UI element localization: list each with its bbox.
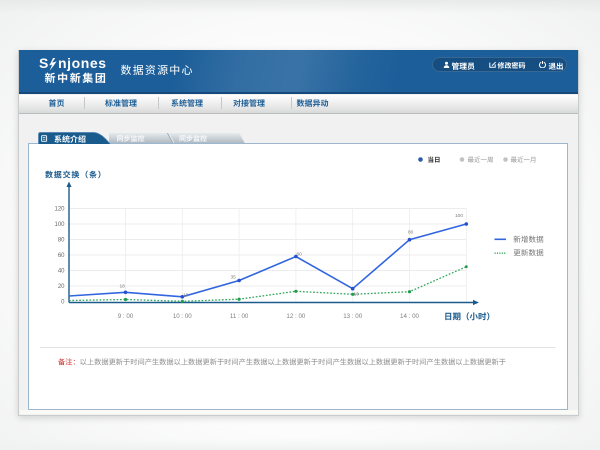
svg-text:40: 40 [58, 269, 65, 275]
svg-text:数据交换（条）: 数据交换（条） [45, 171, 107, 180]
svg-text:80: 80 [58, 238, 65, 244]
svg-text:80: 80 [408, 230, 414, 236]
svg-text:18: 18 [120, 284, 126, 290]
svg-text:100: 100 [54, 222, 65, 228]
svg-text:60: 60 [58, 253, 65, 259]
svg-text:11 : 00: 11 : 00 [230, 313, 249, 320]
svg-text:10: 10 [354, 292, 360, 298]
svg-text:60: 60 [297, 252, 303, 258]
svg-text:新增数据: 新增数据 [513, 235, 544, 244]
svg-text:120: 120 [54, 207, 65, 213]
svg-text:备注：以上数据更新于时间产生数据以上数据更新于时间产生数据以: 备注：以上数据更新于时间产生数据以上数据更新于时间产生数据以上数据更新于时间产生… [58, 358, 506, 367]
svg-text:14 : 00: 14 : 00 [400, 313, 419, 320]
svg-text:10 : 00: 10 : 00 [173, 313, 192, 320]
svg-text:当日: 当日 [428, 156, 441, 164]
svg-text:日期（小时）: 日期（小时） [444, 312, 495, 322]
svg-text:10: 10 [183, 293, 189, 299]
svg-text:100: 100 [455, 213, 463, 219]
svg-text:最近一周: 最近一周 [468, 156, 494, 164]
svg-text:20: 20 [58, 284, 65, 290]
svg-text:更新数据: 更新数据 [513, 249, 544, 258]
svg-text:35: 35 [231, 275, 237, 281]
svg-text:13 : 00: 13 : 00 [343, 313, 362, 320]
svg-text:12 : 00: 12 : 00 [286, 313, 305, 320]
svg-text:0: 0 [61, 299, 65, 305]
svg-text:最近一月: 最近一月 [511, 156, 537, 164]
svg-text:9 : 00: 9 : 00 [118, 313, 134, 320]
